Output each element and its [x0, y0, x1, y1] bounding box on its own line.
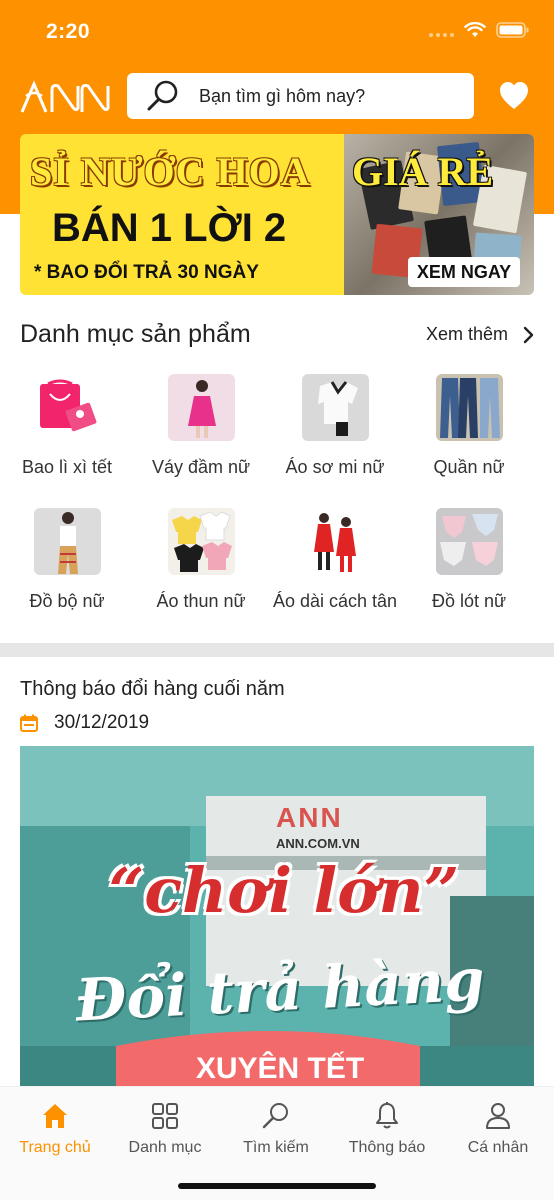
news-image-headline: “chơi lớn” [108, 854, 460, 927]
home-indicator [178, 1183, 376, 1189]
category-label: Áo thun nữ [156, 591, 246, 611]
wifi-icon [464, 22, 486, 37]
status-bar: 2:20 [0, 0, 554, 64]
calendar-icon [20, 714, 38, 732]
tab-categories[interactable]: Danh mục [110, 1101, 220, 1157]
category-label: Váy đầm nữ [151, 457, 251, 477]
category-item[interactable]: Đồ bộ nữ [0, 508, 134, 613]
search-bar[interactable] [127, 73, 474, 119]
category-section-header: Danh mục sản phẩm Xem thêm [20, 318, 534, 354]
status-icons [429, 22, 530, 38]
shirt-thumbnail [301, 374, 369, 441]
tab-notifications[interactable]: Thông báo [332, 1101, 442, 1157]
underwear-thumbnail [435, 508, 503, 575]
category-label: Quần nữ [433, 457, 505, 477]
dress-thumbnail [167, 374, 235, 441]
red-envelope-thumbnail [33, 374, 101, 441]
tab-profile[interactable]: Cá nhân [443, 1101, 553, 1157]
category-item[interactable]: Áo dài cách tân [268, 508, 402, 613]
banner-headline-price: GIÁ RẺ [352, 149, 494, 194]
news-title[interactable]: Thông báo đổi hàng cuối năm [20, 678, 285, 701]
signal-icon [429, 23, 454, 37]
tab-search-label: Tìm kiếm [243, 1139, 309, 1156]
tab-profile-label: Cá nhân [467, 1139, 529, 1156]
category-item[interactable]: Váy đầm nữ [134, 374, 268, 479]
category-grid: Bao lì xì tết Váy đầm nữ Áo sơ mi nữ Quầ… [0, 372, 554, 638]
user-icon [486, 1103, 510, 1129]
grid-icon [152, 1103, 178, 1129]
category-item[interactable]: Áo sơ mi nữ [268, 374, 402, 479]
banner-note: * BAO ĐỔI TRẢ 30 NGÀY [34, 262, 259, 283]
see-more-link[interactable]: Xem thêm [426, 324, 534, 345]
tab-home[interactable]: Trang chủ [0, 1101, 110, 1157]
tab-categories-label: Danh mục [128, 1139, 202, 1156]
category-item[interactable]: Áo thun nữ [134, 508, 268, 613]
news-image-tagline: XUYÊN TẾT [195, 1052, 365, 1085]
tab-notifications-label: Thông báo [348, 1139, 426, 1156]
home-icon [43, 1104, 67, 1128]
status-time: 2:20 [46, 20, 91, 43]
category-label: Áo sơ mi nữ [285, 457, 385, 477]
category-item[interactable]: Bao lì xì tết [0, 374, 134, 479]
category-item[interactable]: Quần nữ [402, 374, 536, 479]
tshirt-thumbnail [167, 508, 235, 575]
tab-home-label: Trang chủ [19, 1139, 91, 1156]
banner-headline: SỈ NƯỚC HOA [30, 149, 311, 194]
home-wear-thumbnail [33, 508, 101, 575]
tab-search[interactable]: Tìm kiếm [221, 1101, 331, 1157]
category-label: Đồ bộ nữ [29, 591, 105, 611]
news-date-text: 30/12/2019 [54, 712, 150, 733]
news-image-domain: ANN.COM.VN [276, 836, 360, 851]
section-title: Danh mục sản phẩm [20, 320, 251, 348]
chevron-right-icon [523, 326, 534, 343]
ann-logo[interactable] [20, 78, 110, 114]
category-label: Áo dài cách tân [272, 591, 398, 611]
news-image[interactable]: ANN ANN.COM.VN “chơi lớn” Đổi trả hàng X… [20, 746, 534, 1088]
search-input[interactable] [199, 85, 459, 107]
bell-icon [376, 1102, 398, 1129]
battery-icon [496, 22, 529, 38]
category-label: Đồ lót nữ [431, 591, 507, 611]
promo-banner[interactable]: SỈ NƯỚC HOA GIÁ RẺ BÁN 1 LỜI 2 * BAO ĐỔI… [20, 134, 534, 295]
app-header [0, 72, 554, 120]
heart-icon[interactable] [498, 80, 530, 112]
banner-subheadline: BÁN 1 LỜI 2 [52, 206, 287, 250]
search-icon [262, 1103, 288, 1129]
banner-cta-button[interactable]: XEM NGAY [408, 257, 520, 287]
search-icon [147, 80, 178, 111]
news-image-brand: ANN [276, 802, 343, 833]
see-more-label: Xem thêm [425, 324, 508, 344]
section-divider [0, 643, 554, 657]
category-label: Bao lì xì tết [21, 457, 113, 477]
pants-thumbnail [435, 374, 503, 441]
ao-dai-thumbnail [301, 508, 369, 575]
news-date: 30/12/2019 [20, 712, 149, 734]
category-item[interactable]: Đồ lót nữ [402, 508, 536, 613]
